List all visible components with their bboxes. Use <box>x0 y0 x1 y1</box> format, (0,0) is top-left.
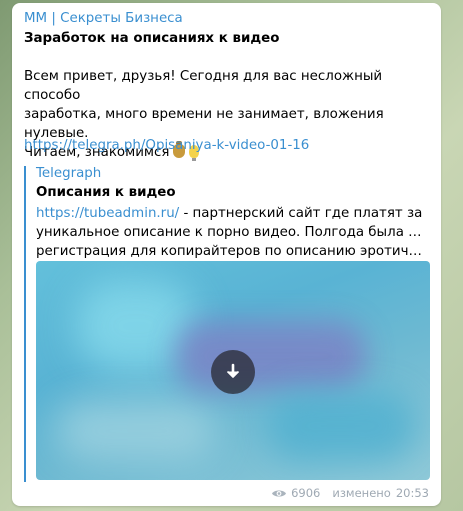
message-title: Заработок на описаниях к видео <box>24 31 280 46</box>
view-count: 6906 <box>291 486 321 500</box>
message-bubble: MM | Секреты Бизнеса Заработок на описан… <box>12 3 441 506</box>
link-preview[interactable]: Telegraph Описания к видео https://tubea… <box>24 166 432 482</box>
preview-desc-line: уникальное описание к порно видео. Полго… <box>36 225 428 240</box>
preview-title: Описания к видео <box>36 185 176 200</box>
body-line: Всем привет, друзья! Сегодня для вас нес… <box>24 69 383 103</box>
channel-name[interactable]: MM | Секреты Бизнеса <box>24 11 183 26</box>
preview-desc-line: https://tubeadmin.ru/ - партнерский сайт… <box>36 204 428 223</box>
download-icon <box>226 363 240 378</box>
preview-image[interactable] <box>36 261 430 480</box>
image-blur <box>176 321 366 391</box>
preview-desc-text: - партнерский сайт где платят за <box>179 206 423 221</box>
edited-label: изменено <box>332 486 391 500</box>
preview-description: https://tubeadmin.ru/ - партнерский сайт… <box>36 204 428 261</box>
preview-site-name: Telegraph <box>36 166 102 181</box>
image-blur <box>266 391 416 461</box>
preview-desc-line: регистрация для копирайтеров по описанию… <box>36 244 428 259</box>
image-blur <box>56 401 216 461</box>
download-button[interactable] <box>211 350 255 394</box>
eye-icon <box>272 490 287 496</box>
message-time: 20:53 <box>395 486 429 500</box>
preview-desc-link[interactable]: https://tubeadmin.ru/ <box>36 206 179 221</box>
message-meta: 6906 изменено 20:53 <box>271 486 429 500</box>
article-link[interactable]: https://telegra.ph/Opisaniya-k-video-01-… <box>24 138 309 153</box>
